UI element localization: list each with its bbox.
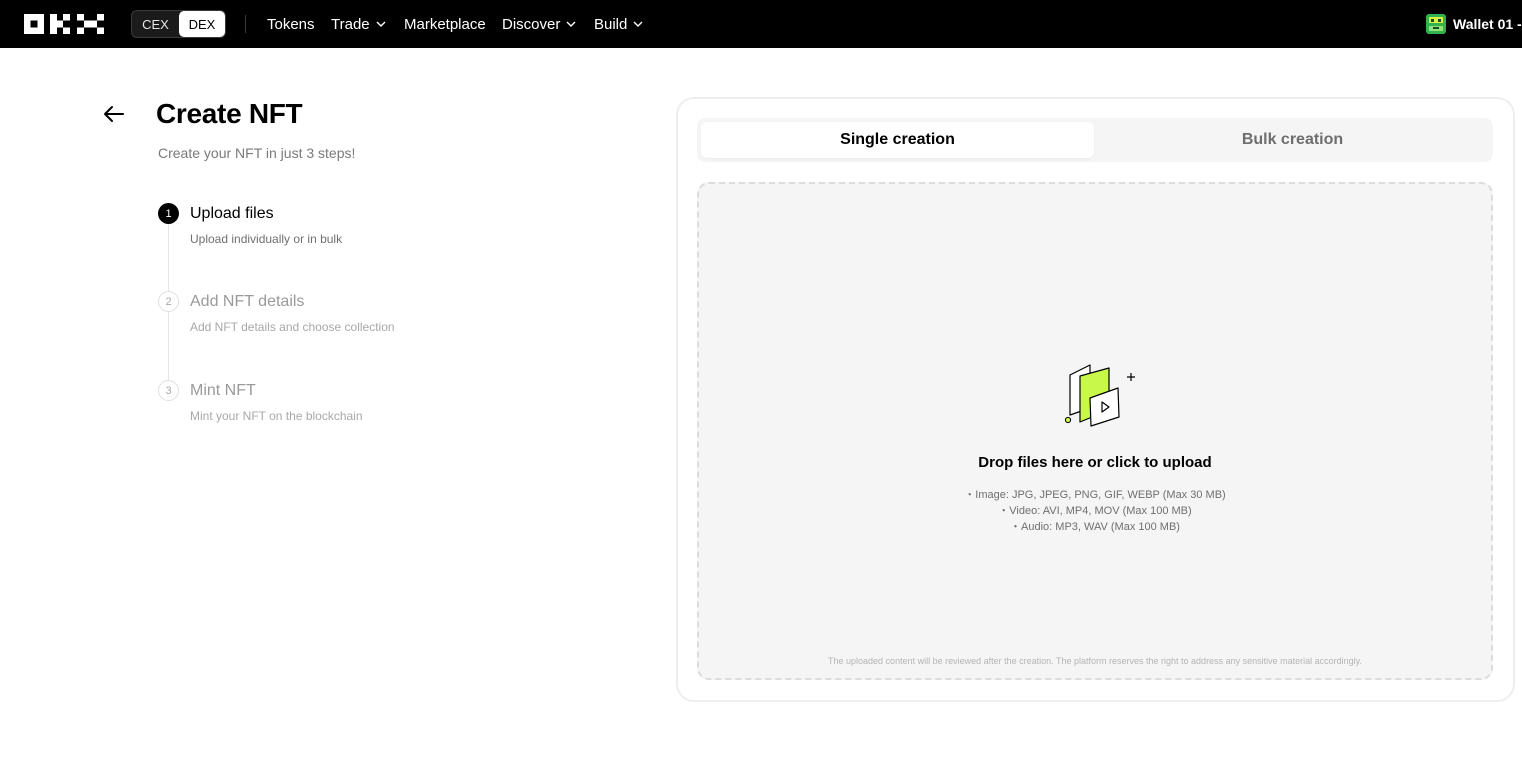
cex-option[interactable]: CEX [132, 11, 179, 37]
format-audio: ・Audio: MP3, WAV (Max 100 MB) [1010, 521, 1180, 533]
nav-tokens-label: Tokens [267, 15, 315, 33]
creation-mode-tabs: Single creation Bulk creation [697, 118, 1493, 162]
step-2-title: Add NFT details [190, 293, 305, 310]
format-image: ・Image: JPG, JPEG, PNG, GIF, WEBP (Max 3… [964, 489, 1226, 501]
step-2-desc: Add NFT details and choose collection [190, 320, 395, 334]
format-video: ・Video: AVI, MP4, MOV (Max 100 MB) [998, 505, 1192, 517]
nav-build[interactable]: Build [594, 0, 643, 48]
page-subtitle: Create your NFT in just 3 steps! [158, 145, 356, 161]
page-title: Create NFT [156, 98, 303, 129]
nav-marketplace-label: Marketplace [404, 15, 486, 33]
review-disclaimer: The uploaded content will be reviewed af… [828, 656, 1362, 666]
dropzone-title: Drop files here or click to upload [978, 454, 1212, 471]
step-1-title: Upload files [190, 205, 274, 222]
step-1-desc: Upload individually or in bulk [190, 232, 343, 246]
wallet-avatar-icon [1426, 14, 1446, 34]
wallet-button[interactable]: Wallet 01 - [1426, 0, 1522, 48]
nav-build-label: Build [594, 15, 628, 33]
step-1-number: 1 [158, 203, 179, 224]
arrow-left-icon[interactable] [102, 102, 126, 126]
top-navbar: CEX DEX Tokens Trade Marketplace Discove… [0, 0, 1522, 48]
chevron-down-icon [566, 21, 576, 27]
wallet-label: Wallet 01 - [1453, 16, 1522, 32]
nav-trade-label: Trade [331, 15, 370, 33]
step-3-desc: Mint your NFT on the blockchain [190, 409, 363, 423]
okx-logo-icon[interactable] [24, 14, 104, 34]
nav-marketplace[interactable]: Marketplace [404, 0, 486, 48]
upload-files-icon [1064, 364, 1135, 427]
step-2-number: 2 [158, 291, 179, 312]
nav-discover[interactable]: Discover [502, 0, 576, 48]
nav-discover-label: Discover [502, 15, 561, 33]
nav-tokens[interactable]: Tokens [267, 0, 315, 48]
nav-divider [245, 15, 246, 33]
step-3-title: Mint NFT [190, 382, 256, 399]
dex-option[interactable]: DEX [179, 11, 225, 37]
chevron-down-icon [376, 21, 386, 27]
tab-single-creation[interactable]: Single creation [701, 122, 1094, 158]
step-3-number: 3 [158, 380, 179, 401]
chevron-down-icon [633, 21, 643, 27]
nav-trade[interactable]: Trade [331, 0, 386, 48]
cex-dex-toggle: CEX DEX [131, 10, 226, 38]
tab-bulk-creation[interactable]: Bulk creation [1096, 122, 1489, 158]
file-dropzone[interactable] [697, 182, 1493, 680]
